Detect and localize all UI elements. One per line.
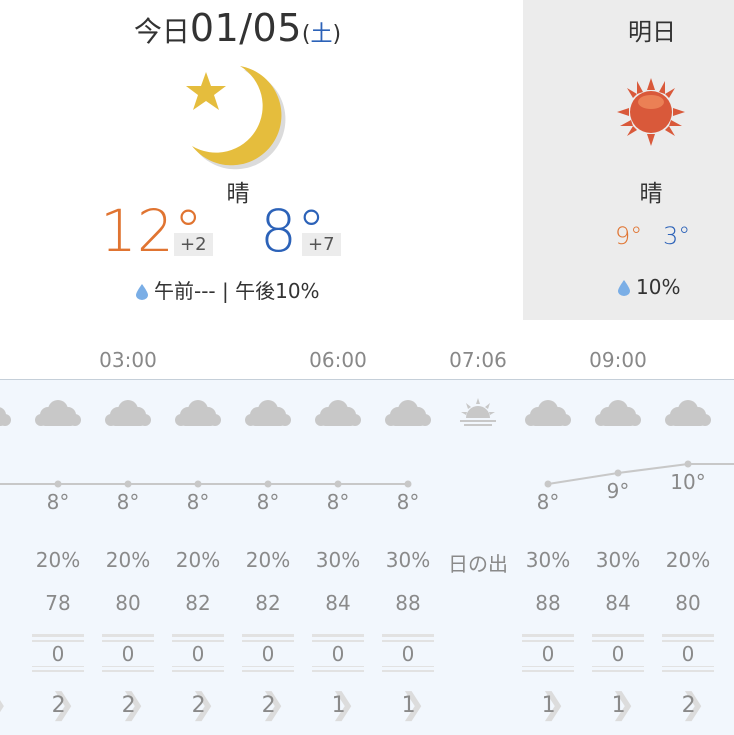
time-label: 07:06 xyxy=(449,348,507,372)
tomorrow-label: 明日 xyxy=(628,18,676,46)
time-label: 03:00 xyxy=(99,348,157,372)
hourly-temp: 8° xyxy=(256,490,280,514)
hourly-humidity: 82 xyxy=(185,591,211,615)
temp-point xyxy=(264,480,272,488)
hourly-humidity: 84 xyxy=(605,591,631,615)
hourly-precip: 30% xyxy=(525,548,571,572)
hourly-precip: 20% xyxy=(105,548,151,572)
hourly-wind-direction: ❯1 xyxy=(400,687,426,722)
time-label: 06:00 xyxy=(309,348,367,372)
cloud-icon xyxy=(583,396,653,433)
hourly-wind-speed: 0 xyxy=(522,642,574,666)
today-low-temp: 8° xyxy=(260,197,326,265)
temp-point xyxy=(544,480,552,488)
tomorrow-condition: 晴 xyxy=(639,181,663,207)
tomorrow-high-temp: 9° xyxy=(615,222,643,250)
hourly-temp: 8° xyxy=(116,490,140,514)
tomorrow-low-temp: 3° xyxy=(663,222,691,250)
temp-point xyxy=(54,480,62,488)
hourly-temp: 8° xyxy=(186,490,210,514)
hourly-humidity: 80 xyxy=(675,591,701,615)
hourly-wind-speed: 0 xyxy=(592,642,644,666)
hourly-wind-direction: ❯› xyxy=(0,685,23,722)
hourly-precip: 30% xyxy=(385,548,431,572)
hourly-temp: 10° xyxy=(670,470,706,494)
cloud-icon xyxy=(93,396,163,433)
raindrop-icon xyxy=(618,280,630,296)
hourly-wind-speed: 0 xyxy=(312,642,364,666)
hourly-humidity: 84 xyxy=(325,591,351,615)
hourly-wind-direction: ❯1 xyxy=(330,687,356,722)
hourly-wind-speed: 0 xyxy=(32,642,84,666)
today-weekday: (土) xyxy=(301,22,342,47)
today-high-diff: +2 xyxy=(174,233,213,256)
hourly-precip: 30% xyxy=(595,548,641,572)
temp-point xyxy=(124,480,132,488)
hourly-temp: 8° xyxy=(536,490,560,514)
today-rain-chance: 午前--- | 午後10% xyxy=(136,275,320,304)
today-high-temp: 12° xyxy=(100,197,203,265)
cloud-icon xyxy=(0,396,23,433)
temp-point xyxy=(194,480,202,488)
hourly-humidity: 78 xyxy=(45,591,71,615)
today-low-diff: +7 xyxy=(302,233,341,256)
hourly-wind-direction: ❯2 xyxy=(680,687,706,722)
hourly-humidity: 80 xyxy=(115,591,141,615)
hourly-precip: 日の出 xyxy=(448,552,508,576)
hourly-wind-speed: 0 xyxy=(242,642,294,666)
cloud-icon xyxy=(653,396,723,433)
hourly-humidity: 82 xyxy=(255,591,281,615)
cloud-icon xyxy=(513,396,583,433)
hourly-wind-speed: 0 xyxy=(102,642,154,666)
hourly-humidity: 88 xyxy=(395,591,421,615)
sunrise-icon xyxy=(443,396,513,435)
today-date: 01/05 xyxy=(189,6,302,50)
temp-point xyxy=(614,469,622,477)
temp-point xyxy=(334,480,342,488)
hourly-wind-speed: 0 xyxy=(662,642,714,666)
cloud-icon xyxy=(233,396,303,433)
hourly-wind-direction: ❯1 xyxy=(610,687,636,722)
cloud-icon xyxy=(163,396,233,433)
hourly-wind-direction: ❯2 xyxy=(260,687,286,722)
hourly-precip: 30% xyxy=(315,548,361,572)
hourly-temp: 8° xyxy=(326,490,350,514)
tomorrow-rain-chance: 10% xyxy=(618,275,680,299)
hourly-wind-direction: ❯2 xyxy=(190,687,216,722)
hourly-temp: 8° xyxy=(396,490,420,514)
hourly-wind-direction: ❯2 xyxy=(120,687,146,722)
hourly-precip: 20% xyxy=(245,548,291,572)
moon-star-icon xyxy=(186,66,286,170)
today-label: 今日 xyxy=(133,15,190,48)
tomorrow-panel[interactable]: 明日 晴 9° 3° 10% xyxy=(523,0,734,320)
hourly-wind-speed: 0 xyxy=(172,642,224,666)
raindrop-icon xyxy=(136,284,148,300)
cloud-icon xyxy=(373,396,443,433)
cloud-icon xyxy=(23,396,93,433)
time-label: 09:00 xyxy=(589,348,647,372)
hourly-wind-speed: 0 xyxy=(382,642,434,666)
hourly-humidity: 88 xyxy=(535,591,561,615)
hourly-temp: 8° xyxy=(46,490,70,514)
hourly-wind-direction: ❯2 xyxy=(50,687,76,722)
temp-point xyxy=(404,480,412,488)
cloud-icon xyxy=(303,396,373,433)
hourly-wind-direction: ❯1 xyxy=(540,687,566,722)
hourly-precip: 20% xyxy=(665,548,711,572)
today-date-header: 今日01/05(土) xyxy=(0,6,475,50)
hourly-precip: 20% xyxy=(35,548,81,572)
hourly-timeline[interactable]: % ❯› 8° 20% 78 0 ❯2 8° 20% 80 0 ❯2 8° 20% 82 0 ❯2 8° 20% 82… xyxy=(0,379,734,735)
today-panel: 今日01/05(土) 晴 12° +2 8° +7 午前--- | 午後10% xyxy=(0,0,523,320)
hourly-precip: 20% xyxy=(175,548,221,572)
hourly-precip: % xyxy=(0,548,23,572)
hourly-temp: 9° xyxy=(606,479,630,503)
temp-point xyxy=(684,460,692,468)
sun-icon xyxy=(617,78,685,146)
